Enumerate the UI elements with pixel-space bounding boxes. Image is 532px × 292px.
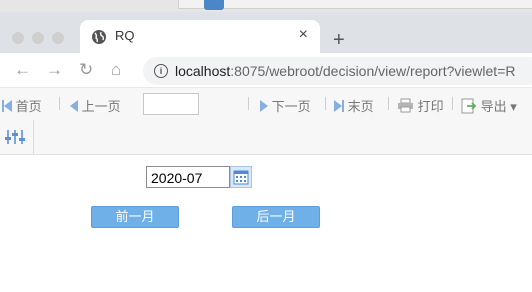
browser-nav-bar: ← → ↻ ⌂ i localhost:8075/webroot/decisio…	[0, 53, 532, 87]
url-host: localhost	[175, 63, 231, 79]
printer-icon	[398, 98, 413, 113]
background-app-icon	[204, 0, 224, 10]
address-bar[interactable]: i localhost:8075/webroot/decision/view/r…	[143, 57, 532, 85]
toolbar-divider	[388, 97, 389, 110]
page-number-input[interactable]	[143, 93, 199, 115]
window-minimize-dot[interactable]	[32, 32, 44, 44]
calendar-icon	[233, 170, 249, 185]
parameter-toolbar	[0, 120, 532, 155]
toolbar-divider	[452, 97, 453, 110]
export-button[interactable]: 导出 ▾	[461, 96, 517, 115]
back-button[interactable]: ←	[14, 60, 31, 80]
last-page-button[interactable]: 末页	[334, 96, 374, 115]
browser-tab-bar: RQ × +	[0, 12, 532, 53]
browser-tab[interactable]: RQ ×	[80, 20, 320, 53]
toolbar-divider	[248, 97, 249, 110]
first-page-label: 首页	[15, 99, 42, 114]
export-icon	[461, 98, 477, 114]
tab-title: RQ	[115, 28, 135, 43]
export-label: 导出	[480, 99, 507, 114]
last-page-label: 末页	[347, 99, 374, 114]
prev-page-label: 上一页	[81, 99, 121, 114]
first-page-button[interactable]: 首页	[2, 96, 42, 115]
next-page-icon	[260, 100, 268, 112]
forward-button[interactable]: →	[46, 60, 63, 80]
prev-month-button[interactable]: 前一月	[91, 206, 179, 228]
print-label: 打印	[417, 99, 444, 114]
next-page-button[interactable]: 下一页	[260, 96, 311, 115]
window-zoom-dot[interactable]	[52, 32, 64, 44]
next-page-label: 下一页	[271, 99, 311, 114]
globe-icon	[92, 30, 106, 44]
report-toolbar: 首页 上一页 下一页 末页 打印 导出 ▾	[0, 87, 532, 121]
parameter-settings-icon[interactable]	[4, 127, 26, 147]
prev-page-button[interactable]: 上一页	[70, 96, 121, 115]
reload-button[interactable]: ↻	[79, 60, 93, 80]
window-close-dot[interactable]	[12, 32, 24, 44]
tab-close-icon[interactable]: ×	[299, 26, 308, 44]
print-button[interactable]: 打印	[397, 96, 444, 115]
home-button[interactable]: ⌂	[111, 60, 121, 80]
url-path: :8075/webroot/decision/view/report?viewl…	[230, 63, 516, 79]
background-window-strip	[0, 0, 532, 12]
background-window-element	[250, 0, 532, 9]
site-info-icon[interactable]: i	[154, 64, 168, 78]
date-picker-button[interactable]	[230, 166, 252, 188]
month-date-input[interactable]: 2020-07	[146, 166, 230, 188]
toolbar-divider	[325, 97, 326, 110]
prev-page-icon	[70, 100, 78, 112]
toolbar-divider	[59, 97, 60, 110]
last-page-icon	[334, 100, 342, 112]
new-tab-button[interactable]: +	[333, 30, 345, 50]
next-month-button[interactable]: 后一月	[232, 206, 320, 228]
chevron-down-icon: ▾	[510, 99, 517, 114]
toolbar-divider	[33, 120, 34, 154]
address-url[interactable]: localhost:8075/webroot/decision/view/rep…	[175, 63, 515, 79]
